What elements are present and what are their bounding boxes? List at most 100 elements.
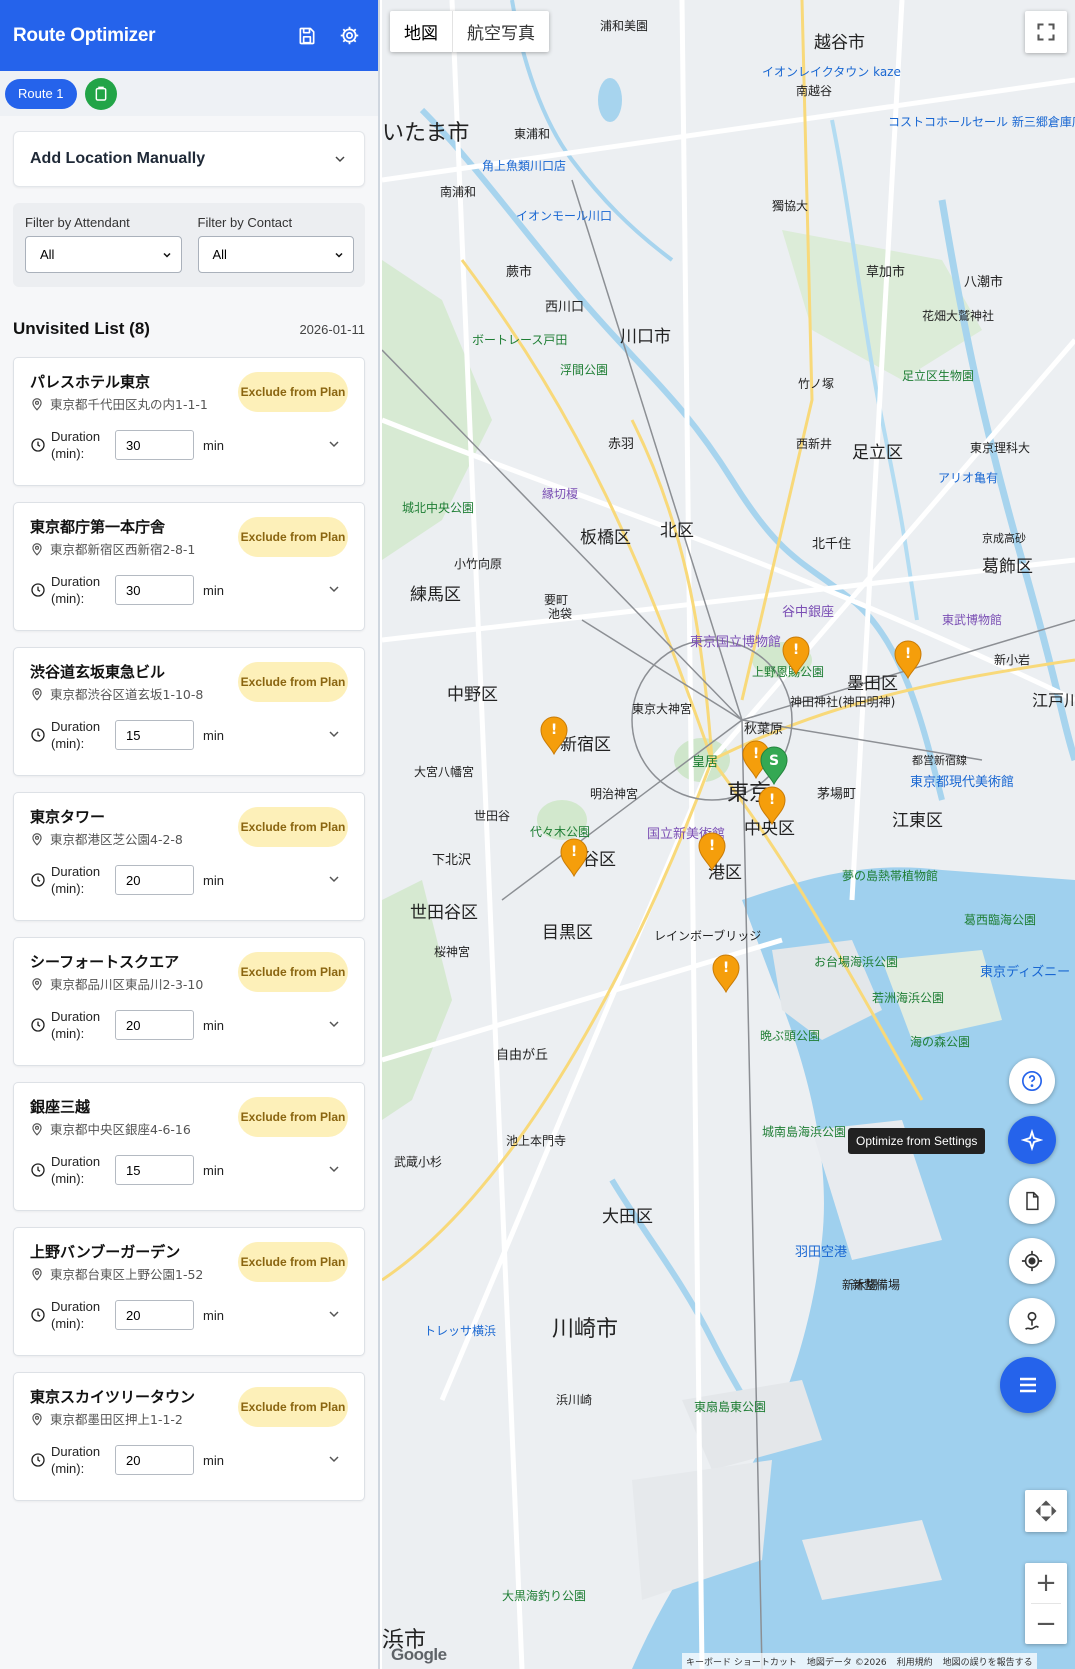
place-label: 蕨市 [506,264,532,280]
zoom-in-button[interactable]: + [1025,1563,1067,1603]
duration-input[interactable]: 30 [115,575,194,605]
expand-card-button[interactable] [326,581,342,601]
place-label: 足立区生物園 [902,368,974,383]
expand-card-button[interactable] [326,1161,342,1181]
place-label: トレッサ横浜 [424,1324,496,1338]
location-card[interactable]: 東京スカイツリータウン 東京都墨田区押上1-1-2 Exclude from Pla… [13,1372,365,1501]
optimize-button[interactable] [1008,1116,1056,1164]
exclude-from-plan-button[interactable]: Exclude from Plan [238,517,348,557]
chevron-down-icon [329,441,339,448]
place-label: 竹ノ塚 [798,377,834,391]
location-address: 東京都新宿区西新宿2-8-1 [50,542,196,557]
draw-route-button[interactable] [1009,1298,1055,1344]
expand-card-button[interactable] [326,1306,342,1326]
exclude-from-plan-button[interactable]: Exclude from Plan [238,1242,348,1282]
report-error-link[interactable]: 地図の誤りを報告する [943,1655,1033,1668]
attendant-select[interactable]: All [25,236,182,273]
place-label: 浦和美園 [600,19,648,33]
place-label: 江東区 [892,811,943,831]
duration-input[interactable]: 20 [115,865,194,895]
contact-select[interactable]: All [197,236,354,273]
duration-input[interactable]: 15 [115,1155,194,1185]
place-label: 東京都現代美術館 [910,774,1014,790]
exclude-from-plan-button[interactable]: Exclude from Plan [238,372,348,412]
place-label: 新小岩 [994,652,1030,667]
place-label: 中野区 [447,685,498,705]
duration-input[interactable]: 20 [115,1445,194,1475]
location-card[interactable]: 東京タワー 東京都港区芝公園4-2-8 Exclude from Plan Durat… [13,792,365,921]
exclude-from-plan-button[interactable]: Exclude from Plan [238,952,348,992]
help-button[interactable] [1009,1058,1055,1104]
add-location-label: Add Location Manually [30,150,206,167]
add-route-button[interactable] [84,77,117,110]
map[interactable]: いたま市 越谷市 川口市 足立区 板橋区 北区 葛飾区 練馬区 中野区 新宿区 … [382,0,1075,1669]
duration-label: Duration (min): [51,574,101,606]
expand-card-button[interactable] [326,1016,342,1036]
zoom-control: + − [1025,1563,1067,1644]
expand-card-button[interactable] [326,1451,342,1471]
save-button[interactable] [292,21,322,51]
terms-link[interactable]: 利用規約 [897,1655,933,1668]
location-card[interactable]: シーフォートスクエア 東京都品川区東品川2-3-10 Exclude from Pl… [13,937,365,1066]
my-location-button[interactable] [1009,1238,1055,1284]
place-label: 浜川崎 [556,1393,592,1407]
location-card[interactable]: パレスホテル東京 東京都千代田区丸の内1-1-1 Exclude from Plan… [13,357,365,486]
route-tab-1[interactable]: Route 1 [5,78,77,109]
place-label: 東武博物館 [942,612,1002,627]
map-canvas[interactable]: いたま市 越谷市 川口市 足立区 板橋区 北区 葛飾区 練馬区 中野区 新宿区 … [382,0,1075,1669]
place-label: イオンレイクタウン kaze [762,65,901,79]
fullscreen-button[interactable] [1025,11,1067,53]
duration-input[interactable]: 20 [115,1300,194,1330]
place-label: 谷中銀座 [782,605,834,620]
marker-label: ! [769,792,775,808]
location-address: 東京都墨田区押上1-1-2 [50,1412,183,1427]
expand-card-button[interactable] [326,726,342,746]
exclude-from-plan-button[interactable]: Exclude from Plan [238,807,348,847]
place-label: 目黒区 [542,923,593,943]
place-label: 南浦和 [440,184,476,199]
place-label: 代々木公園 [530,825,590,839]
location-card[interactable]: 上野バンブーガーデン 東京都台東区上野公園1-52 Exclude from Pla… [13,1227,365,1356]
clock-icon [31,1018,45,1032]
add-location-toggle[interactable]: Add Location Manually [13,131,365,187]
help-icon [1022,1071,1042,1091]
keyboard-shortcuts-link[interactable]: キーボード ショートカット [686,1655,797,1668]
duration-row: Duration (min): 15 min [30,718,224,752]
location-card[interactable]: 銀座三越 東京都中央区銀座4-6-16 Exclude from Plan Durat… [13,1082,365,1211]
expand-card-button[interactable] [326,436,342,456]
expand-card-button[interactable] [326,871,342,891]
settings-button[interactable] [334,21,364,51]
duration-unit: min [203,727,224,743]
zoom-out-button[interactable]: − [1025,1604,1067,1644]
menu-button[interactable] [1000,1357,1056,1413]
exclude-from-plan-button[interactable]: Exclude from Plan [238,662,348,702]
clock-icon [31,583,45,597]
unvisited-list: パレスホテル東京 東京都千代田区丸の内1-1-1 Exclude from Plan… [13,357,365,1501]
map-type-roadmap[interactable]: 地図 [390,11,452,52]
location-address: 東京都港区芝公園4-2-8 [50,832,183,847]
exclude-from-plan-button[interactable]: Exclude from Plan [238,1097,348,1137]
duration-unit: min [203,1017,224,1033]
clock-icon [31,1453,45,1467]
map-type-satellite[interactable]: 航空写真 [452,11,549,52]
app-root: Route Optimizer Route 1 Add Location Man… [0,0,1075,1669]
location-card[interactable]: 東京都庁第一本庁舎 東京都新宿区西新宿2-8-1 Exclude from Plan… [13,502,365,631]
duration-label: Duration (min): [51,429,101,461]
place-label: いたま市 [382,121,469,146]
duration-input[interactable]: 30 [115,430,194,460]
chevron-down-icon [329,876,339,883]
place-label: 葛飾区 [982,557,1033,577]
duration-input[interactable]: 15 [115,720,194,750]
exclude-from-plan-button[interactable]: Exclude from Plan [238,1387,348,1427]
place-label: 東京理科大 [970,441,1030,455]
pen-route-icon [1025,1311,1039,1330]
duration-input[interactable]: 20 [115,1010,194,1040]
place-label: アリオ亀有 [938,471,998,485]
duration-label: Duration (min): [51,1009,101,1041]
chevron-down-icon [329,1021,339,1028]
location-card[interactable]: 渋谷道玄坂東急ビル 東京都渋谷区道玄坂1-10-8 Exclude from Pla… [13,647,365,776]
document-button[interactable] [1009,1178,1055,1224]
duration-row: Duration (min): 20 min [30,863,224,897]
duration-row: Duration (min): 20 min [30,1443,224,1477]
camera-control-button[interactable] [1025,1490,1067,1532]
